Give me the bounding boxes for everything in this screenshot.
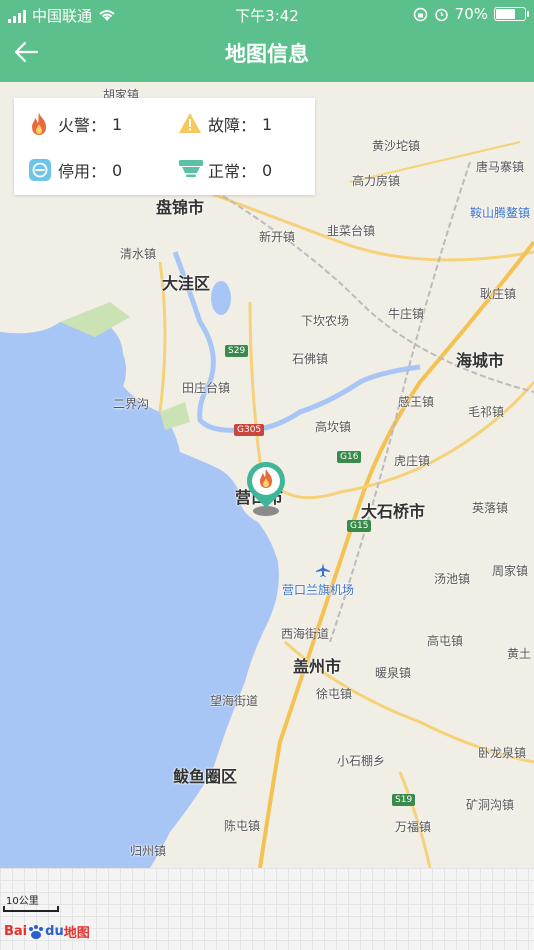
map-label-town: 牛庄镇 <box>388 307 425 321</box>
map-label-bayuquan: 鲅鱼圈区 <box>173 767 238 786</box>
map-label-town: 唐马寨镇 <box>476 160 525 174</box>
map-label-town: 耿庄镇 <box>480 287 517 301</box>
stat-fault-label: 故障： <box>208 116 257 135</box>
map-view[interactable]: 盘锦市 大洼区 海城市 营口市 大石桥市 盖州市 鲅鱼圈区 营口兰旗机场 鞍山腾… <box>0 82 534 868</box>
map-label-dawa: 大洼区 <box>162 274 211 293</box>
page-title: 地图信息 <box>225 42 309 66</box>
map-label-town: 望海街道 <box>210 694 259 708</box>
stat-disabled-label: 停用： <box>58 162 107 181</box>
warning-icon <box>178 112 202 136</box>
stat-fire-value: 1 <box>112 114 123 134</box>
map-label-town: 小石棚乡 <box>337 754 386 768</box>
map-label-town: 清水镇 <box>120 247 157 261</box>
fire-alarm-marker[interactable] <box>245 460 287 520</box>
map-label-town: 高力房镇 <box>352 174 401 188</box>
airport-icon <box>316 563 330 577</box>
stat-normal-value: 0 <box>262 160 273 180</box>
map-label-town: 感王镇 <box>398 395 435 409</box>
map-label-town: 田庄台镇 <box>182 381 231 395</box>
map-label-airport: 营口兰旗机场 <box>282 583 355 597</box>
map-label-haicheng: 海城市 <box>456 351 505 370</box>
logo-bai: Bai <box>4 924 28 939</box>
alarm-icon <box>434 8 448 21</box>
map-label-town: 陈屯镇 <box>224 819 261 833</box>
stat-disabled: 停用： 0 <box>28 158 122 182</box>
stat-fault-value: 1 <box>262 114 273 134</box>
road-shield-g15: G15 <box>347 520 372 532</box>
map-label-town: 高屯镇 <box>427 634 464 648</box>
map-label-town: 虎庄镇 <box>394 454 431 468</box>
baidu-map-logo: Bai du 地图 <box>4 922 90 941</box>
map-label-town: 下坎农场 <box>301 314 350 328</box>
stat-normal-label: 正常： <box>208 162 257 181</box>
fire-icon <box>28 112 52 136</box>
map-scale-bar <box>3 906 59 912</box>
map-label-town: 高坎镇 <box>315 420 352 434</box>
map-label-town: 石佛镇 <box>292 352 329 366</box>
map-label-town: 英落镇 <box>472 501 509 515</box>
map-label-town: 归州镇 <box>130 844 167 858</box>
map-scale-label: 10公里 <box>6 896 39 907</box>
paw-icon <box>29 924 44 939</box>
map-label-town: 二界沟 <box>113 397 150 411</box>
header: 中国联通 下午3:42 70% 地图信息 <box>0 0 534 82</box>
map-label-town: 暖泉镇 <box>375 666 412 680</box>
stat-fire: 火警： 1 <box>28 112 122 136</box>
stat-normal: 正常： 0 <box>178 158 272 182</box>
map-label-town: 黄沙坨镇 <box>372 139 421 153</box>
map-label-town: 万福镇 <box>395 820 432 834</box>
map-label-anshan: 鞍山腾鳌镇 <box>470 206 531 220</box>
stat-fire-label: 火警： <box>58 116 107 135</box>
lock-rotation-icon <box>413 7 427 21</box>
road-shield-s19: S19 <box>392 794 416 806</box>
road-shield-g305: G305 <box>234 424 265 436</box>
map-label-town: 汤池镇 <box>434 572 471 586</box>
road-shield-g16: G16 <box>337 451 362 463</box>
status-bar: 中国联通 下午3:42 70% <box>0 0 534 28</box>
logo-du: du <box>45 924 64 939</box>
alarm-stats-panel: 火警： 1 故障： 1 停用： 0 正常： 0 <box>14 98 315 195</box>
road-shield-s29: S29 <box>225 345 249 357</box>
map-label-town: 新开镇 <box>259 230 296 244</box>
smoke-detector-icon <box>178 158 203 182</box>
map-label-panjin: 盘锦市 <box>156 198 205 217</box>
map-label-town: 周家镇 <box>492 564 529 578</box>
map-label-town: 黄土 <box>507 647 532 661</box>
disabled-icon <box>28 158 52 182</box>
battery-icon <box>494 7 529 21</box>
battery-fill <box>496 9 515 19</box>
map-label-dashiqiao: 大石桥市 <box>361 502 426 521</box>
map-label-town: 卧龙泉镇 <box>478 746 527 760</box>
map-label-town: 西海街道 <box>281 627 330 641</box>
map-label-town: 毛祁镇 <box>468 405 505 419</box>
map-label-town: 徐屯镇 <box>316 687 353 701</box>
map-label-town: 韭菜台镇 <box>327 224 376 238</box>
stat-fault: 故障： 1 <box>178 112 272 136</box>
map-label-town: 矿洞沟镇 <box>466 798 515 812</box>
battery-percent: 70% <box>454 5 488 23</box>
map-label-gaizhou: 盖州市 <box>293 657 342 676</box>
stat-disabled-value: 0 <box>112 160 123 180</box>
logo-map: 地图 <box>63 926 90 941</box>
